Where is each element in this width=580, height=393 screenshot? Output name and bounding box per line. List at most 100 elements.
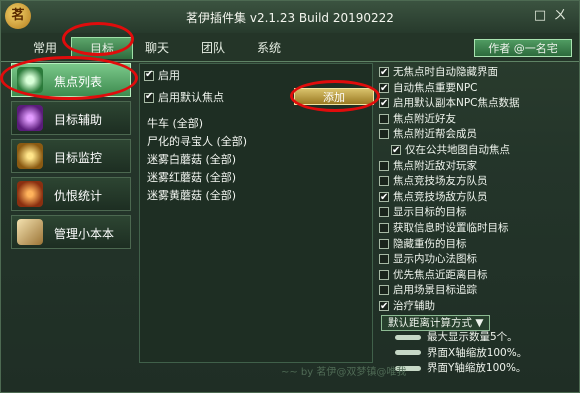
option-checkbox[interactable]	[379, 96, 389, 112]
tab-chat[interactable]: 聊天	[135, 37, 179, 59]
list-item[interactable]: 迷雾黄蘑菇 (全部)	[147, 187, 247, 205]
tab-system[interactable]: 系统	[247, 37, 291, 59]
sidebar-item-target-assist[interactable]: 目标辅助	[11, 101, 131, 135]
sidebar-item-label: 焦点列表	[54, 75, 103, 89]
option-checkbox[interactable]	[379, 160, 389, 171]
author-button[interactable]: 作者 @一名宅	[474, 39, 572, 57]
tab-team[interactable]: 团队	[191, 37, 235, 59]
option-row[interactable]: 焦点附近敌对玩家	[379, 159, 577, 175]
tab-common[interactable]: 常用	[23, 37, 67, 59]
option-row[interactable]: 焦点附近帮会成员	[379, 127, 577, 143]
option-checkbox[interactable]	[379, 65, 389, 81]
list-item[interactable]: 迷雾红蘑菇 (全部)	[147, 169, 247, 187]
options-column: 无焦点时自动隐藏界面 自动焦点重要NPC 启用默认副本NPC焦点数据 焦点附近好…	[379, 65, 577, 377]
distance-dropdown[interactable]: 默认距离计算方式 ▼	[381, 314, 491, 331]
option-checkbox[interactable]	[379, 129, 389, 140]
chevron-down-icon: ▼	[475, 316, 484, 329]
option-checkbox[interactable]	[379, 269, 389, 280]
option-checkbox[interactable]	[379, 222, 389, 233]
option-label: 启用默认副本NPC焦点数据	[393, 97, 520, 110]
slider-row: 界面Y轴缩放100%。	[379, 361, 577, 377]
option-row[interactable]: 治疗辅助	[379, 299, 577, 315]
slider-label: 界面Y轴缩放100%。	[427, 362, 527, 375]
default-focus-checkbox[interactable]	[144, 91, 154, 103]
book-icon	[17, 219, 43, 245]
list-item[interactable]: 迷雾白蘑菇 (全部)	[147, 151, 247, 169]
option-row[interactable]: 优先焦点近距离目标	[379, 268, 577, 284]
enable-label: 启用	[158, 69, 180, 82]
option-checkbox[interactable]	[379, 299, 389, 315]
sidebar-item-label: 管理小本本	[54, 227, 115, 241]
option-checkbox[interactable]	[379, 113, 389, 124]
default-focus-label: 启用默认焦点	[158, 91, 224, 104]
tab-bar: 常用 目标 聊天 团队 系统 作者 @一名宅	[1, 33, 579, 62]
option-row[interactable]: 显示内功心法图标	[379, 252, 577, 268]
option-label: 焦点竞技场敌方队员	[393, 190, 488, 203]
tab-target[interactable]: 目标	[71, 37, 133, 59]
option-label: 启用场景目标追踪	[393, 284, 477, 297]
plugin-window: 茗 茗伊插件集 v2.1.23 Build 20190222 □ ㄨ 常用 目标…	[0, 0, 580, 393]
option-label: 焦点附近好友	[393, 112, 456, 125]
distance-row: 默认距离计算方式 ▼	[379, 314, 577, 331]
title-bar: 茗 茗伊插件集 v2.1.23 Build 20190222 □ ㄨ	[1, 1, 579, 33]
slider-row: 界面X轴缩放100%。	[379, 346, 577, 362]
list-item[interactable]: 牛车 (全部)	[147, 115, 247, 133]
option-row[interactable]: 焦点竞技场友方队员	[379, 174, 577, 190]
slider-row: 最大显示数量5个。	[379, 330, 577, 346]
option-label: 焦点附近帮会成员	[393, 128, 477, 141]
list-item[interactable]: 尸化的寻宝人 (全部)	[147, 133, 247, 151]
focus-panel	[139, 63, 373, 363]
slider-label: 界面X轴缩放100%。	[427, 346, 528, 359]
option-row[interactable]: 无焦点时自动隐藏界面	[379, 65, 577, 81]
sidebar-item-target-monitor[interactable]: 目标监控	[11, 139, 131, 173]
slider-label: 最大显示数量5个。	[427, 331, 518, 344]
option-checkbox[interactable]	[379, 81, 389, 96]
option-checkbox[interactable]	[391, 143, 401, 159]
option-row[interactable]: 自动焦点重要NPC	[379, 81, 577, 96]
option-checkbox[interactable]	[379, 254, 389, 265]
enable-checkbox[interactable]	[144, 69, 154, 81]
default-focus-row[interactable]: 启用默认焦点	[144, 89, 224, 105]
option-label: 获取信息时设置临时目标	[393, 221, 509, 234]
option-label: 优先焦点近距离目标	[393, 268, 488, 281]
sidebar-item-label: 仇恨统计	[54, 189, 103, 203]
x-scale-slider[interactable]	[395, 350, 421, 356]
monitor-claw-icon	[17, 143, 43, 169]
sidebar-item-hatred[interactable]: 仇恨统计	[11, 177, 131, 211]
option-row[interactable]: 获取信息时设置临时目标	[379, 221, 577, 237]
sidebar-item-label: 目标监控	[54, 151, 103, 165]
option-row[interactable]: 仅在公共地图自动焦点	[379, 143, 577, 159]
option-checkbox[interactable]	[379, 190, 389, 205]
option-row[interactable]: 启用场景目标追踪	[379, 283, 577, 299]
enable-checkbox-row[interactable]: 启用	[144, 67, 180, 83]
window-title: 茗伊插件集 v2.1.23 Build 20190222	[186, 11, 394, 25]
option-label: 治疗辅助	[393, 299, 435, 312]
close-icon[interactable]: ㄨ	[553, 9, 567, 23]
watermark-text: ~~ by 茗伊@双梦镇@唯我	[281, 367, 407, 378]
option-label: 仅在公共地图自动焦点	[405, 143, 510, 156]
sidebar-item-label: 目标辅助	[54, 113, 103, 127]
option-row[interactable]: 焦点竞技场敌方队员	[379, 190, 577, 205]
option-checkbox[interactable]	[379, 285, 389, 296]
option-label: 显示目标的目标	[393, 206, 467, 219]
sidebar-item-focus-list[interactable]: 焦点列表	[11, 63, 131, 97]
target-rune-icon	[17, 105, 43, 131]
sidebar: 焦点列表 目标辅助 目标监控 仇恨统计 管理小本本	[11, 63, 135, 253]
option-checkbox[interactable]	[379, 238, 389, 249]
option-checkbox[interactable]	[379, 207, 389, 218]
option-label: 焦点竞技场友方队员	[393, 175, 488, 188]
minimize-icon[interactable]: □	[533, 9, 547, 23]
sidebar-item-notebook[interactable]: 管理小本本	[11, 215, 131, 249]
add-button[interactable]: 添加	[294, 88, 374, 105]
option-label: 焦点附近敌对玩家	[393, 159, 477, 172]
distance-dropdown-label: 默认距离计算方式	[388, 316, 472, 329]
option-row[interactable]: 隐藏重伤的目标	[379, 237, 577, 253]
option-row[interactable]: 启用默认副本NPC焦点数据	[379, 96, 577, 112]
option-row[interactable]: 显示目标的目标	[379, 205, 577, 221]
option-row[interactable]: 焦点附近好友	[379, 112, 577, 128]
max-count-slider[interactable]	[395, 334, 421, 340]
focus-list: 牛车 (全部) 尸化的寻宝人 (全部) 迷雾白蘑菇 (全部) 迷雾红蘑菇 (全部…	[147, 115, 247, 205]
option-label: 隐藏重伤的目标	[393, 237, 467, 250]
option-label: 自动焦点重要NPC	[393, 81, 478, 94]
option-checkbox[interactable]	[379, 176, 389, 187]
